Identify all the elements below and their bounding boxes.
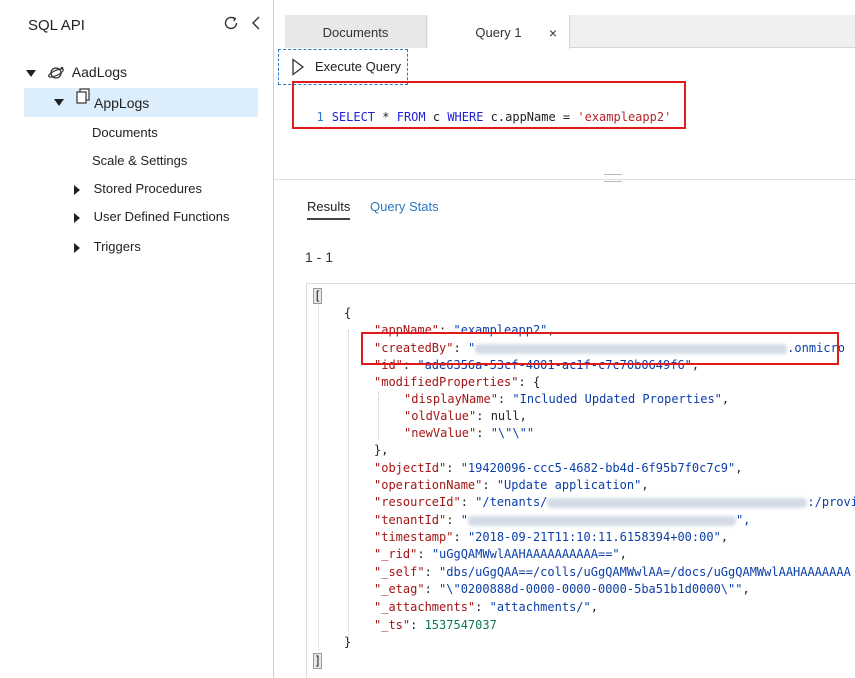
editor-results-divider <box>274 179 855 180</box>
resource-tree-panel: SQL API AadLogs AppLogs Documents Scale … <box>0 0 274 678</box>
expand-caret-icon[interactable] <box>74 212 80 223</box>
json-line: "resourceId": "/tenants/:/provi <box>374 495 855 509</box>
tab-documents[interactable]: Documents <box>285 15 427 48</box>
json-line: }, <box>374 443 389 457</box>
json-line: "modifiedProperties": { <box>374 375 541 389</box>
json-value: "2018-09-21T11:10:11.6158394+00:00" <box>467 530 721 544</box>
json-key: "operationName" <box>374 478 483 492</box>
tab-query-stats[interactable]: Query Stats <box>370 199 439 214</box>
json-line: ] <box>312 653 323 669</box>
tree-database-aadlogs[interactable]: AadLogs <box>26 64 127 81</box>
database-planet-icon <box>47 66 64 79</box>
expand-caret-icon[interactable] <box>54 99 64 106</box>
json-value: "Update application" <box>496 478 642 492</box>
play-icon <box>292 58 305 76</box>
json-key: "newValue" <box>404 426 477 440</box>
json-key: "objectId" <box>374 461 447 475</box>
json-line: [ <box>312 288 323 304</box>
tree-item-label: User Defined Functions <box>93 209 230 224</box>
tab-bar: Documents Query 1 × <box>285 15 855 49</box>
json-key: "displayName" <box>404 392 498 406</box>
json-key: "_etag" <box>374 582 425 596</box>
json-key: "resourceId" <box>374 495 461 509</box>
json-line: "timestamp": "2018-09-21T11:10:11.615839… <box>374 530 729 544</box>
collection-label: AppLogs <box>94 95 150 111</box>
json-line: "_etag": "\"0200888d-0000-0000-0000-5ba5… <box>374 582 750 596</box>
api-title: SQL API <box>28 17 85 34</box>
execute-query-label: Execute Query <box>315 59 401 74</box>
json-value: "\"\"" <box>490 426 535 440</box>
query-highlight-box <box>292 81 686 129</box>
json-line: "oldValue": null, <box>404 409 527 423</box>
json-line: "_attachments": "attachments/", <box>374 600 598 614</box>
execute-query-button[interactable]: Execute Query <box>278 49 408 85</box>
json-line: } <box>344 635 352 649</box>
indent-guide <box>318 305 319 650</box>
json-value: "dbs/uGgQAA==/colls/uGgQAMWwlAA=/docs/uG… <box>439 565 851 579</box>
json-value: "uGgQAMWwlAAHAAAAAAAAAA==" <box>431 547 620 561</box>
json-key: "oldValue" <box>404 409 477 423</box>
json-value: "19420096-ccc5-4682-bb4d-6f95b7f0c7c9" <box>460 461 736 475</box>
redacted-value <box>467 515 736 526</box>
json-value: null <box>490 409 520 423</box>
json-line: { <box>344 306 352 320</box>
json-value: 1537547037 <box>424 618 497 632</box>
refresh-icon[interactable] <box>222 14 240 32</box>
json-line: "_rid": "uGgQAMWwlAAHAAAAAAAAAA==", <box>374 547 627 561</box>
tree-item-triggers[interactable]: Triggers <box>74 239 141 254</box>
json-key: "_attachments" <box>374 600 476 614</box>
json-key: "tenantId" <box>374 513 447 527</box>
expand-caret-icon[interactable] <box>26 69 36 77</box>
result-range: 1 - 1 <box>305 249 334 265</box>
tab-query-1[interactable]: Query 1 × <box>428 15 570 49</box>
json-value: "\"0200888d-0000-0000-0000-5ba51b1d0000\… <box>439 582 743 596</box>
collapse-chevron-icon[interactable] <box>250 14 262 32</box>
tree-item-label: Stored Procedures <box>93 181 203 196</box>
json-line: "newValue": "\"\"" <box>404 426 535 440</box>
collection-document-icon <box>76 87 90 104</box>
json-value: :/provi <box>807 495 855 509</box>
tree-item-scale-settings[interactable]: Scale & Settings <box>92 153 187 168</box>
json-bracket: ] <box>312 653 323 669</box>
json-value: "/tenants/ <box>475 495 548 509</box>
tree-item-label: Triggers <box>93 239 141 254</box>
tab-results[interactable]: Results <box>307 199 351 220</box>
json-line: "operationName": "Update application", <box>374 478 649 492</box>
tree-item-stored-procedures[interactable]: Stored Procedures <box>74 181 202 196</box>
json-line: "displayName": "Included Updated Propert… <box>404 392 730 406</box>
tab-label: Query 1 <box>475 25 522 40</box>
json-line: "objectId": "19420096-ccc5-4682-bb4d-6f9… <box>374 461 743 475</box>
json-key: "_rid" <box>374 547 418 561</box>
json-key: "modifiedProperties" <box>374 375 519 389</box>
json-value: "Included Updated Properties" <box>512 392 722 406</box>
indent-guide <box>378 392 379 440</box>
json-line: "tenantId": " ", <box>374 513 751 527</box>
json-key: "timestamp" <box>374 530 454 544</box>
database-label: AadLogs <box>71 64 128 80</box>
tree-item-documents[interactable]: Documents <box>92 125 158 140</box>
json-key: "_ts" <box>374 618 411 632</box>
tree-collection-applogs[interactable]: AppLogs <box>24 87 258 117</box>
splitter-grip[interactable] <box>604 174 622 182</box>
indent-guide <box>348 330 349 640</box>
json-value: "attachments/" <box>489 600 591 614</box>
expand-caret-icon[interactable] <box>74 242 80 253</box>
expand-caret-icon[interactable] <box>74 184 80 195</box>
close-tab-icon[interactable]: × <box>549 15 557 51</box>
json-key: "_self" <box>374 565 425 579</box>
json-bracket: [ <box>312 288 323 304</box>
createdby-highlight-box <box>361 332 839 365</box>
redacted-value <box>547 497 808 508</box>
json-line: "_self": "dbs/uGgQAA==/colls/uGgQAMWwlAA… <box>374 565 851 579</box>
tree-item-udfs[interactable]: User Defined Functions <box>74 209 229 224</box>
json-line: "_ts": 1537547037 <box>374 618 497 632</box>
